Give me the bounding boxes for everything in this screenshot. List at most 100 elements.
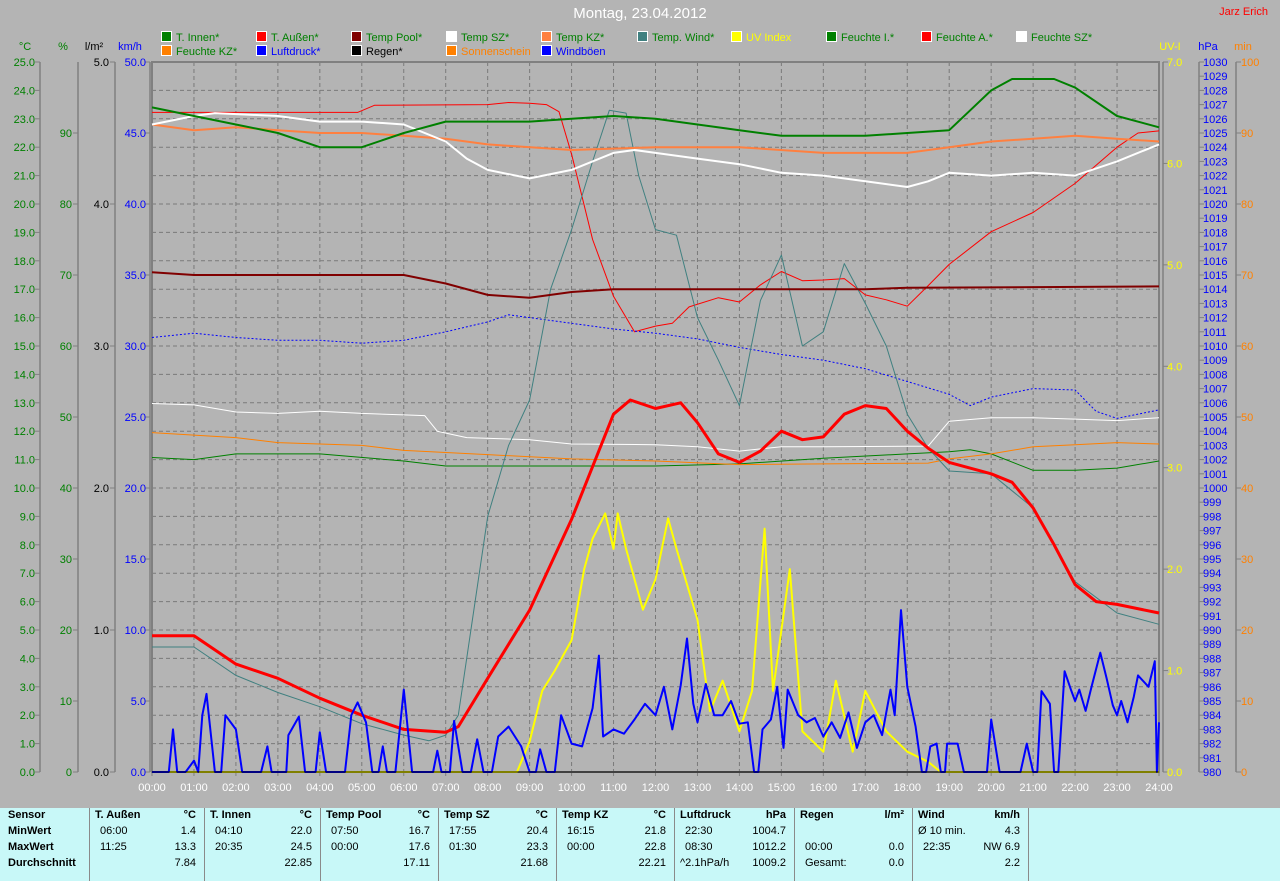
x-tick-label: 10:00 (558, 782, 586, 794)
table-column: Luftdruck hPa 22:30 1004.7 08:30 1012.2 ^2.1hP… (674, 808, 795, 881)
axis-tick-label-press: 1030 (1203, 57, 1227, 69)
axis-tick-label-sun: 70 (1241, 270, 1253, 282)
cell-value: 21.8 (644, 825, 666, 837)
axis-title-press: hPa (1198, 41, 1218, 53)
x-tick-label: 19:00 (935, 782, 963, 794)
legend-item: UV Index (731, 31, 791, 44)
axis-tick-label-temp: 23.0 (14, 114, 35, 126)
legend-label: Feuchte SZ* (1031, 32, 1093, 44)
axis-tick-label-rain: 3.0 (94, 341, 109, 353)
axis-tick-label-sun: 50 (1241, 412, 1253, 424)
axis-tick-label-rain: 1.0 (94, 625, 109, 637)
table-column: T. Außen °C 06:00 1.4 11:25 13.3 7.84 (89, 808, 205, 881)
axis-tick-label-uv: 7.0 (1167, 57, 1182, 69)
axis-tick-label-hum: 0 (66, 767, 72, 779)
axis-tick-label-temp: 13.0 (14, 398, 35, 410)
cell-value: 21.68 (520, 857, 548, 869)
legend-label: Temp SZ* (461, 32, 510, 44)
axis-tick-label-press: 998 (1203, 511, 1221, 523)
axis-tick-label-sun: 80 (1241, 199, 1253, 211)
legend-swatch (1016, 31, 1027, 42)
legend-swatch (541, 31, 552, 42)
column-unit: hPa (765, 809, 786, 821)
axis-tick-label-press: 1012 (1203, 313, 1227, 325)
legend-swatch (637, 31, 648, 42)
cell-value: 24.5 (290, 841, 312, 853)
axis-tick-label-wind: 50.0 (125, 57, 146, 69)
legend-item: Feuchte A.* (921, 31, 993, 44)
cell-value: 22.0 (290, 825, 312, 837)
axis-tick-label-wind: 40.0 (125, 199, 146, 211)
legend-swatch (351, 31, 362, 42)
x-tick-label: 05:00 (348, 782, 376, 794)
axis-tick-label-press: 1008 (1203, 369, 1227, 381)
row-label: MaxWert (8, 841, 54, 853)
x-tick-label: 06:00 (390, 782, 418, 794)
axis-tick-label-rain: 2.0 (94, 483, 109, 495)
x-tick-label: 08:00 (474, 782, 502, 794)
axis-tick-label-rain: 0.0 (94, 767, 109, 779)
cell-value: 4.3 (1004, 825, 1020, 837)
table-column: Temp KZ °C 16:15 21.8 00:00 22.8 22.21 (556, 808, 675, 881)
statistics-table: Sensor MinWert MaxWert Durchschnitt T. Außen… (0, 808, 1280, 881)
x-tick-label: 18:00 (893, 782, 921, 794)
axis-tick-label-hum: 90 (60, 128, 72, 140)
axis-tick-label-press: 1004 (1203, 426, 1227, 438)
axis-tick-label-press: 1010 (1203, 341, 1227, 353)
legend-label: Temp Pool* (366, 32, 423, 44)
axis-tick-label-press: 985 (1203, 696, 1221, 708)
axis-title-wind: km/h (118, 41, 142, 53)
legend-item: Windböen (541, 45, 606, 58)
legend-swatch (826, 31, 837, 42)
axis-tick-label-sun: 10 (1241, 696, 1253, 708)
axis-tick-label-press: 999 (1203, 497, 1221, 509)
cell-value: 2.2 (1004, 857, 1020, 869)
axis-tick-label-wind: 10.0 (125, 625, 146, 637)
axis-tick-label-wind: 20.0 (125, 483, 146, 495)
legend-item: Temp SZ* (446, 31, 509, 44)
axis-tick-label-press: 1029 (1203, 71, 1227, 83)
cell-value: 20.4 (526, 825, 548, 837)
axis-title-temp: °C (19, 41, 31, 53)
axis-tick-label-rain: 5.0 (94, 57, 109, 69)
axis-tick-label-uv: 0.0 (1167, 767, 1182, 779)
axis-tick-label-temp: 15.0 (14, 341, 35, 353)
axis-tick-label-press: 1025 (1203, 128, 1227, 140)
axis-tick-label-press: 1019 (1203, 213, 1227, 225)
axis-tick-label-uv: 1.0 (1167, 666, 1182, 678)
x-tick-label: 21:00 (1019, 782, 1047, 794)
axis-tick-label-press: 1001 (1203, 469, 1227, 481)
x-tick-label: 14:00 (726, 782, 754, 794)
legend-item: Temp Pool* (351, 31, 422, 44)
axis-tick-label-wind: 5.0 (131, 696, 146, 708)
axis-title-sun: min (1234, 41, 1252, 53)
axis-tick-label-press: 982 (1203, 739, 1221, 751)
column-unit: °C (299, 809, 312, 821)
axis-tick-label-temp: 0.0 (20, 767, 35, 779)
row-label: Durchschnitt (8, 857, 76, 869)
axis-tick-label-press: 1018 (1203, 227, 1227, 239)
axis-tick-label-press: 987 (1203, 668, 1221, 680)
axis-tick-label-temp: 17.0 (14, 284, 35, 296)
x-tick-label: 01:00 (180, 782, 208, 794)
legend-item: Temp. Wind* (637, 31, 714, 44)
axis-tick-label-uv: 5.0 (1167, 260, 1182, 272)
cell-value: 7.84 (174, 857, 196, 869)
legend-swatch (351, 45, 362, 56)
table-column: Temp SZ °C 17:55 20.4 01:30 23.3 21.68 (438, 808, 557, 881)
axis-tick-label-press: 983 (1203, 724, 1221, 736)
axis-tick-label-temp: 2.0 (20, 710, 35, 722)
axis-tick-label-temp: 3.0 (20, 682, 35, 694)
x-tick-label: 07:00 (432, 782, 460, 794)
weather-chart: °C 0.0 1.0 2.0 3.0 4.0 5.0 6.0 7.0 8.0 9.0 10.0 11.0… (14, 41, 1260, 794)
axis-tick-label-uv: 4.0 (1167, 361, 1182, 373)
axis-title-rain: l/m² (85, 41, 104, 53)
cell-value: 0.0 (888, 841, 904, 853)
table-column: Wind km/h Ø 10 min. 4.3 22:35 NW 6.9 2.2 (912, 808, 1029, 881)
x-tick-label: 15:00 (768, 782, 796, 794)
axis-title-hum: % (58, 41, 68, 53)
axis-tick-label-temp: 20.0 (14, 199, 35, 211)
axis-tick-label-press: 1021 (1203, 185, 1227, 197)
column-unit: °C (417, 809, 430, 821)
axis-tick-label-press: 1022 (1203, 171, 1227, 183)
